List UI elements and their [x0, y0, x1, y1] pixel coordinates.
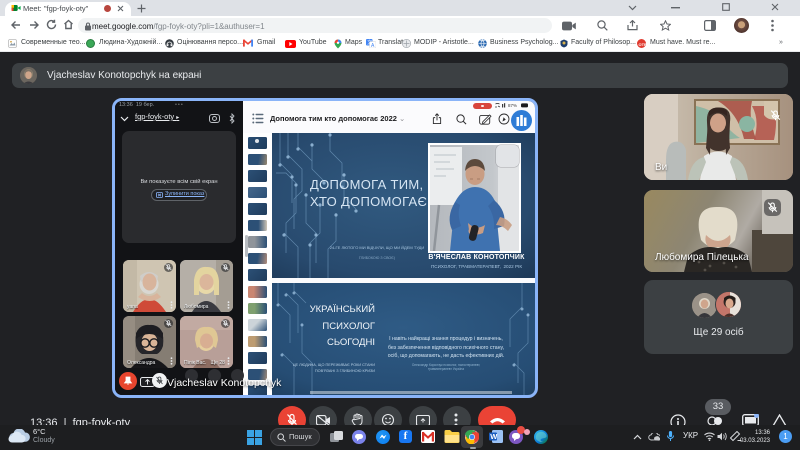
svg-text:87%: 87% [508, 103, 517, 108]
svg-text:W: W [490, 432, 498, 441]
